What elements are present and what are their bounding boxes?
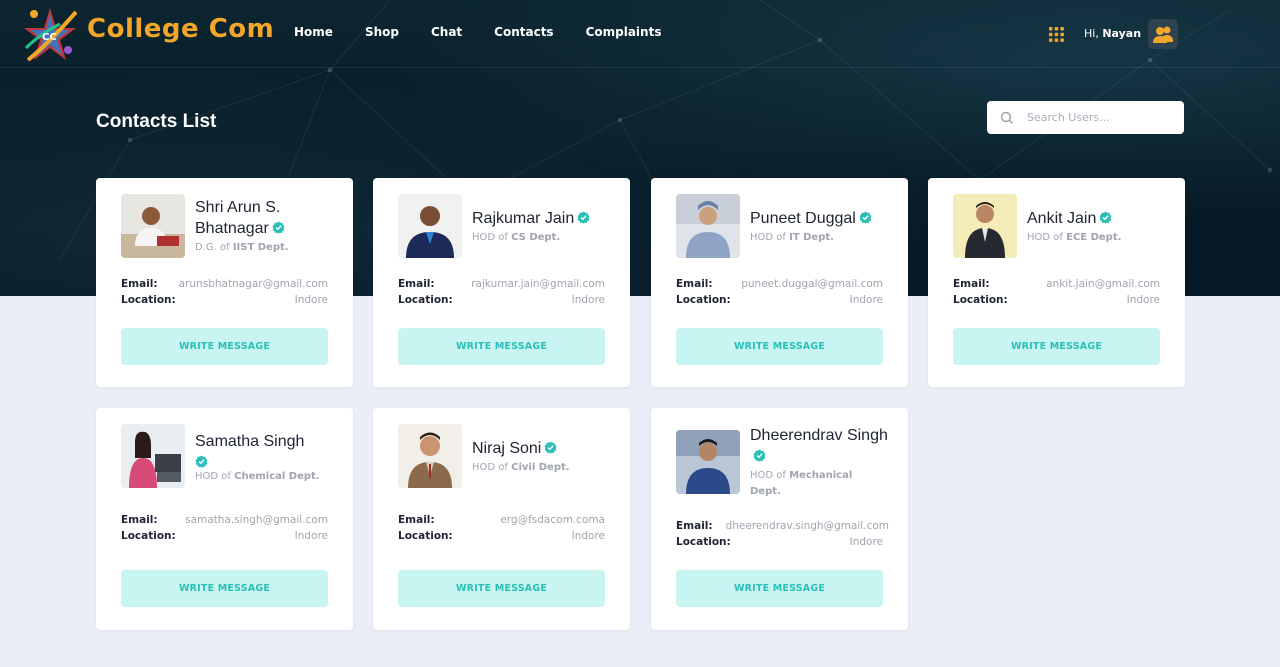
contact-email[interactable]: erg@fsdacom.coma bbox=[500, 514, 605, 526]
location-row: Location: Indore bbox=[953, 294, 1160, 306]
contact-header: Shri Arun S. Bhatnagar D.G. of IIST Dept… bbox=[195, 197, 345, 256]
contact-location: Indore bbox=[571, 294, 605, 306]
write-message-button[interactable]: WRITE MESSAGE bbox=[676, 570, 883, 607]
search-icon bbox=[1000, 111, 1013, 124]
verified-badge-icon bbox=[577, 211, 590, 224]
contact-name: Dheerendrav Singh bbox=[750, 425, 900, 467]
contact-location: Indore bbox=[294, 294, 328, 306]
contact-location: Indore bbox=[571, 530, 605, 542]
contact-photo bbox=[121, 194, 185, 258]
contact-photo bbox=[676, 194, 740, 258]
contact-designation: HOD of ECE Dept. bbox=[1027, 232, 1122, 243]
verified-badge-icon bbox=[859, 211, 872, 224]
contact-header: Ankit Jain HOD of ECE Dept. bbox=[1027, 208, 1177, 246]
email-row: Email: erg@fsdacom.coma bbox=[398, 514, 605, 526]
contact-name: Niraj Soni bbox=[472, 438, 622, 459]
contact-designation: HOD of Mechanical Dept. bbox=[750, 470, 853, 497]
brand-name[interactable]: College Com bbox=[87, 14, 274, 44]
contact-designation: HOD of Civil Dept. bbox=[472, 462, 570, 473]
profile-button[interactable] bbox=[1148, 19, 1178, 49]
search-input[interactable] bbox=[1027, 111, 1177, 124]
verified-badge-icon bbox=[753, 449, 766, 462]
location-row: Location: Indore bbox=[121, 294, 328, 306]
contact-photo bbox=[676, 430, 740, 494]
write-message-button[interactable]: WRITE MESSAGE bbox=[676, 328, 883, 365]
contact-card: Shri Arun S. Bhatnagar D.G. of IIST Dept… bbox=[96, 178, 353, 387]
contact-email[interactable]: rajkumar.jain@gmail.com bbox=[471, 278, 605, 290]
verified-badge-icon bbox=[544, 441, 557, 454]
contact-name: Rajkumar Jain bbox=[472, 208, 622, 229]
email-row: Email: dheerendrav.singh@gmail.com bbox=[676, 520, 889, 532]
contact-header: Dheerendrav Singh HOD of Mechanical Dept… bbox=[750, 425, 900, 500]
write-message-button[interactable]: WRITE MESSAGE bbox=[121, 328, 328, 365]
greeting-prefix: Hi, bbox=[1084, 27, 1099, 40]
email-row: Email: ankit.jain@gmail.com bbox=[953, 278, 1160, 290]
verified-badge-icon bbox=[272, 221, 285, 234]
college-com-logo-icon[interactable]: CC bbox=[20, 4, 80, 66]
email-row: Email: samatha.singh@gmail.com bbox=[121, 514, 328, 526]
contact-email[interactable]: arunsbhatnagar@gmail.com bbox=[179, 278, 328, 290]
contact-header: Rajkumar Jain HOD of CS Dept. bbox=[472, 208, 622, 246]
main-nav: Home Shop Chat Contacts Complaints bbox=[294, 25, 661, 43]
contact-name: Puneet Duggal bbox=[750, 208, 900, 229]
search-box[interactable] bbox=[987, 101, 1184, 134]
contact-photo bbox=[121, 424, 185, 488]
contact-location: Indore bbox=[849, 536, 883, 548]
contact-email[interactable]: dheerendrav.singh@gmail.com bbox=[726, 520, 889, 532]
svg-text:CC: CC bbox=[42, 32, 57, 43]
write-message-button[interactable]: WRITE MESSAGE bbox=[398, 328, 605, 365]
contact-email[interactable]: ankit.jain@gmail.com bbox=[1046, 278, 1160, 290]
location-row: Location: Indore bbox=[121, 530, 328, 542]
nav-home[interactable]: Home bbox=[294, 25, 333, 43]
write-message-button[interactable]: WRITE MESSAGE bbox=[121, 570, 328, 607]
location-row: Location: Indore bbox=[676, 294, 883, 306]
verified-badge-icon bbox=[1099, 211, 1112, 224]
contact-location: Indore bbox=[294, 530, 328, 542]
contact-photo bbox=[398, 194, 462, 258]
user-name: Nayan bbox=[1102, 27, 1142, 40]
email-row: Email: arunsbhatnagar@gmail.com bbox=[121, 278, 328, 290]
top-navbar: CC College Com Home Shop Chat Contacts C… bbox=[0, 0, 1280, 68]
contact-name: Shri Arun S. Bhatnagar bbox=[195, 197, 345, 239]
contact-card: Rajkumar Jain HOD of CS Dept. Email: rajk… bbox=[373, 178, 630, 387]
location-row: Location: Indore bbox=[676, 536, 883, 548]
contact-location: Indore bbox=[849, 294, 883, 306]
contact-header: Puneet Duggal HOD of IT Dept. bbox=[750, 208, 900, 246]
user-greeting: Hi, Nayan bbox=[1084, 27, 1141, 40]
contact-card: Samatha Singh HOD of Chemical Dept. Emai… bbox=[96, 408, 353, 630]
location-row: Location: Indore bbox=[398, 530, 605, 542]
email-row: Email: rajkumar.jain@gmail.com bbox=[398, 278, 605, 290]
contact-card: Niraj Soni HOD of Civil Dept. Email: erg@… bbox=[373, 408, 630, 630]
contact-name: Ankit Jain bbox=[1027, 208, 1177, 229]
contact-location: Indore bbox=[1126, 294, 1160, 306]
contact-card: Dheerendrav Singh HOD of Mechanical Dept… bbox=[651, 408, 908, 630]
nav-shop[interactable]: Shop bbox=[365, 25, 399, 43]
verified-badge-icon bbox=[195, 455, 208, 468]
nav-chat[interactable]: Chat bbox=[431, 25, 462, 43]
contact-header: Niraj Soni HOD of Civil Dept. bbox=[472, 438, 622, 476]
contact-designation: HOD of Chemical Dept. bbox=[195, 471, 320, 482]
contact-designation: HOD of IT Dept. bbox=[750, 232, 834, 243]
nav-complaints[interactable]: Complaints bbox=[586, 25, 662, 43]
user-group-icon bbox=[1153, 26, 1173, 43]
contact-designation: HOD of CS Dept. bbox=[472, 232, 561, 243]
contact-designation: D.G. of IIST Dept. bbox=[195, 242, 289, 253]
write-message-button[interactable]: WRITE MESSAGE bbox=[398, 570, 605, 607]
location-row: Location: Indore bbox=[398, 294, 605, 306]
contact-name: Samatha Singh bbox=[195, 431, 345, 473]
contact-photo bbox=[953, 194, 1017, 258]
contact-email[interactable]: puneet.duggal@gmail.com bbox=[741, 278, 883, 290]
contact-photo bbox=[398, 424, 462, 488]
contact-card: Ankit Jain HOD of ECE Dept. Email: ankit.… bbox=[928, 178, 1185, 387]
write-message-button[interactable]: WRITE MESSAGE bbox=[953, 328, 1160, 365]
contact-card: Puneet Duggal HOD of IT Dept. Email: pune… bbox=[651, 178, 908, 387]
page-title: Contacts List bbox=[96, 111, 217, 132]
contact-header: Samatha Singh HOD of Chemical Dept. bbox=[195, 431, 345, 485]
apps-grid-icon[interactable] bbox=[1049, 27, 1064, 42]
contact-email[interactable]: samatha.singh@gmail.com bbox=[185, 514, 328, 526]
email-row: Email: puneet.duggal@gmail.com bbox=[676, 278, 883, 290]
nav-contacts[interactable]: Contacts bbox=[494, 25, 553, 43]
